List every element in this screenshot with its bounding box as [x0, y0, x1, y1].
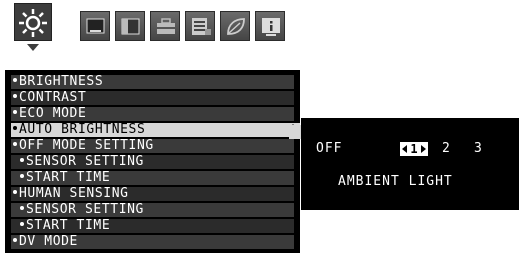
bullet-icon [13, 94, 17, 98]
tab-brightness[interactable] [14, 3, 52, 41]
option-3[interactable]: 3 [474, 142, 483, 156]
tab-menu-tools[interactable] [185, 11, 215, 41]
menu-tab-bar [0, 0, 320, 52]
bullet-icon [20, 222, 24, 226]
menu-item-brightness[interactable]: BRIGHTNESS [11, 75, 294, 89]
menu-item-label: OFF MODE SETTING [19, 138, 154, 153]
option-selected-value[interactable]: 1 [400, 142, 428, 156]
menu-item-label: BRIGHTNESS [19, 74, 104, 89]
brightness-sun-icon [19, 9, 47, 37]
tab-screen[interactable] [80, 11, 110, 41]
menu-item-label: CONTRAST [19, 90, 87, 105]
osd-menu-list: BRIGHTNESS CONTRAST ECO MODE AUTO BRIGHT… [5, 70, 300, 253]
option-2[interactable]: 2 [442, 142, 451, 156]
bullet-icon [13, 142, 17, 146]
menu-item-label: AUTO BRIGHTNESS [19, 122, 146, 137]
menu-item-label: START TIME [26, 170, 111, 185]
option-off[interactable]: OFF [316, 142, 342, 156]
active-tab-pointer [27, 44, 39, 51]
bullet-icon [20, 174, 24, 178]
menu-item-human-sensor-setting[interactable]: SENSOR SETTING [11, 203, 294, 217]
menu-item-label: DV MODE [19, 234, 78, 249]
menu-item-label: START TIME [26, 218, 111, 233]
menu-item-eco-mode[interactable]: ECO MODE [11, 107, 294, 121]
menu-item-dv-mode[interactable]: DV MODE [11, 235, 294, 249]
auto-brightness-options: OFF 1 2 3 AMBIENT LIGHT [301, 118, 519, 210]
bullet-icon [20, 158, 24, 162]
bullet-icon [13, 78, 17, 82]
menu-item-label: SENSOR SETTING [26, 154, 144, 169]
information-icon [262, 18, 280, 36]
menu-item-label: SENSOR SETTING [26, 202, 144, 217]
ambient-light-label: AMBIENT LIGHT [338, 174, 453, 189]
settings-list-icon [192, 18, 211, 35]
menu-item-human-sensing[interactable]: HUMAN SENSING [11, 187, 294, 201]
menu-item-human-start-time[interactable]: START TIME [11, 219, 294, 233]
menu-item-label: HUMAN SENSING [19, 186, 129, 201]
toolbox-icon [157, 18, 175, 34]
split-screen-icon [121, 18, 140, 35]
menu-item-label: ECO MODE [19, 106, 87, 121]
tab-tools[interactable] [150, 11, 180, 41]
menu-item-contrast[interactable]: CONTRAST [11, 91, 294, 105]
bullet-icon [13, 126, 17, 130]
monitor-screen-icon [86, 18, 105, 34]
bullet-icon [13, 238, 17, 242]
bullet-icon [13, 110, 17, 114]
tab-information[interactable] [255, 11, 285, 41]
left-arrow-icon [402, 145, 407, 153]
right-arrow-icon [421, 145, 426, 153]
menu-item-auto-brightness[interactable]: AUTO BRIGHTNESS [11, 123, 300, 137]
eco-leaf-icon [227, 18, 245, 35]
option-selected-label: 1 [410, 142, 418, 156]
bullet-icon [20, 206, 24, 210]
tab-eco[interactable] [220, 11, 250, 41]
tab-color[interactable] [115, 11, 145, 41]
bullet-icon [13, 190, 17, 194]
menu-item-off-mode-start-time[interactable]: START TIME [11, 171, 294, 185]
menu-item-off-mode-sensor-setting[interactable]: SENSOR SETTING [11, 155, 294, 169]
menu-item-off-mode-setting[interactable]: OFF MODE SETTING [11, 139, 294, 153]
